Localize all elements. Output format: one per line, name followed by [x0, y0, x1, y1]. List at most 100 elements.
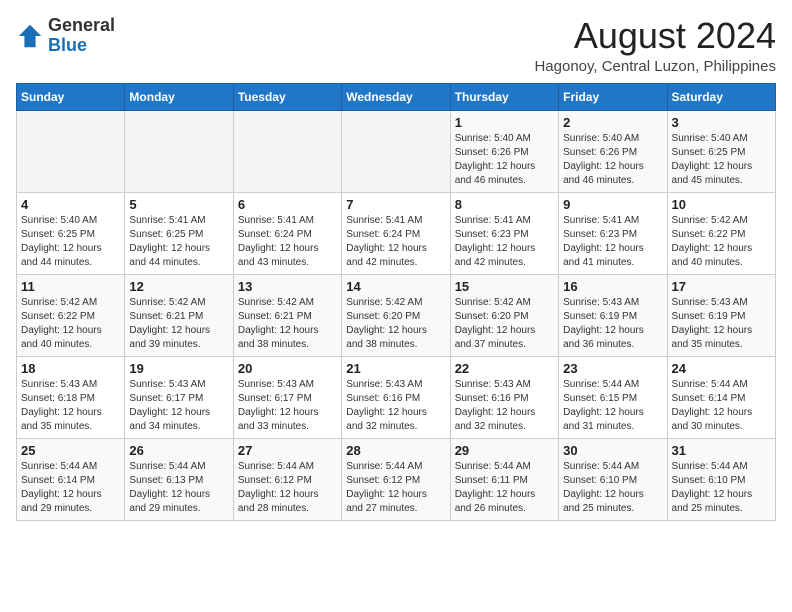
- day-number: 7: [346, 197, 445, 212]
- calendar-cell: 5 Sunrise: 5:41 AM Sunset: 6:25 PM Daylig…: [125, 192, 233, 274]
- day-number: 31: [672, 443, 771, 458]
- day-number: 24: [672, 361, 771, 376]
- calendar-cell: 27 Sunrise: 5:44 AM Sunset: 6:12 PM Dayli…: [233, 438, 341, 520]
- day-number: 27: [238, 443, 337, 458]
- day-info: Sunrise: 5:42 AM Sunset: 6:21 PM Dayligh…: [129, 296, 228, 352]
- day-number: 30: [563, 443, 662, 458]
- calendar-cell: 18 Sunrise: 5:43 AM Sunset: 6:18 PM Dayli…: [17, 356, 125, 438]
- calendar-cell: [233, 110, 341, 192]
- day-number: 22: [455, 361, 554, 376]
- day-info: Sunrise: 5:43 AM Sunset: 6:17 PM Dayligh…: [129, 378, 228, 434]
- calendar-cell: 14 Sunrise: 5:42 AM Sunset: 6:20 PM Dayli…: [342, 274, 450, 356]
- calendar-cell: 26Sunrise: 5:44 AM Sunset: 6:13 PM Dayli…: [125, 438, 233, 520]
- day-info: Sunrise: 5:44 AM Sunset: 6:12 PM Dayligh…: [238, 460, 337, 516]
- calendar-week-row: 18 Sunrise: 5:43 AM Sunset: 6:18 PM Dayli…: [17, 356, 776, 438]
- day-info: Sunrise: 5:42 AM Sunset: 6:21 PM Dayligh…: [238, 296, 337, 352]
- calendar-cell: 8 Sunrise: 5:41 AM Sunset: 6:23 PM Daylig…: [450, 192, 558, 274]
- day-info: Sunrise: 5:44 AM Sunset: 6:12 PM Dayligh…: [346, 460, 445, 516]
- calendar-cell: 16Sunrise: 5:43 AM Sunset: 6:19 PM Dayli…: [559, 274, 667, 356]
- day-number: 6: [238, 197, 337, 212]
- day-number: 13: [238, 279, 337, 294]
- calendar-cell: 2Sunrise: 5:40 AM Sunset: 6:26 PM Daylig…: [559, 110, 667, 192]
- calendar-cell: 31Sunrise: 5:44 AM Sunset: 6:10 PM Dayli…: [667, 438, 775, 520]
- calendar-cell: [17, 110, 125, 192]
- day-number: 28: [346, 443, 445, 458]
- calendar-header-row: SundayMondayTuesdayWednesdayThursdayFrid…: [17, 83, 776, 110]
- day-info: Sunrise: 5:41 AM Sunset: 6:24 PM Dayligh…: [346, 214, 445, 270]
- calendar-cell: 7 Sunrise: 5:41 AM Sunset: 6:24 PM Daylig…: [342, 192, 450, 274]
- day-info: Sunrise: 5:43 AM Sunset: 6:18 PM Dayligh…: [21, 378, 120, 434]
- day-of-week-header: Monday: [125, 83, 233, 110]
- calendar-week-row: 25 Sunrise: 5:44 AM Sunset: 6:14 PM Dayli…: [17, 438, 776, 520]
- day-number: 5: [129, 197, 228, 212]
- calendar-cell: 24Sunrise: 5:44 AM Sunset: 6:14 PM Dayli…: [667, 356, 775, 438]
- day-number: 18: [21, 361, 120, 376]
- calendar-cell: 6 Sunrise: 5:41 AM Sunset: 6:24 PM Daylig…: [233, 192, 341, 274]
- day-number: 8: [455, 197, 554, 212]
- logo-icon: [16, 22, 44, 50]
- day-info: Sunrise: 5:41 AM Sunset: 6:25 PM Dayligh…: [129, 214, 228, 270]
- day-number: 23: [563, 361, 662, 376]
- day-of-week-header: Thursday: [450, 83, 558, 110]
- day-number: 29: [455, 443, 554, 458]
- day-number: 19: [129, 361, 228, 376]
- day-info: Sunrise: 5:41 AM Sunset: 6:23 PM Dayligh…: [455, 214, 554, 270]
- day-number: 25: [21, 443, 120, 458]
- day-info: Sunrise: 5:43 AM Sunset: 6:16 PM Dayligh…: [455, 378, 554, 434]
- calendar-cell: 12 Sunrise: 5:42 AM Sunset: 6:21 PM Dayli…: [125, 274, 233, 356]
- calendar-cell: 11 Sunrise: 5:42 AM Sunset: 6:22 PM Dayli…: [17, 274, 125, 356]
- day-number: 10: [672, 197, 771, 212]
- day-number: 20: [238, 361, 337, 376]
- day-info: Sunrise: 5:40 AM Sunset: 6:25 PM Dayligh…: [21, 214, 120, 270]
- day-info: Sunrise: 5:43 AM Sunset: 6:19 PM Dayligh…: [672, 296, 771, 352]
- day-number: 21: [346, 361, 445, 376]
- calendar-cell: 10 Sunrise: 5:42 AM Sunset: 6:22 PM Dayli…: [667, 192, 775, 274]
- day-number: 14: [346, 279, 445, 294]
- day-info: Sunrise: 5:42 AM Sunset: 6:20 PM Dayligh…: [346, 296, 445, 352]
- day-info: Sunrise: 5:43 AM Sunset: 6:17 PM Dayligh…: [238, 378, 337, 434]
- calendar-cell: 20 Sunrise: 5:43 AM Sunset: 6:17 PM Dayli…: [233, 356, 341, 438]
- day-info: Sunrise: 5:41 AM Sunset: 6:24 PM Dayligh…: [238, 214, 337, 270]
- calendar-cell: 21Sunrise: 5:43 AM Sunset: 6:16 PM Dayli…: [342, 356, 450, 438]
- calendar-table: SundayMondayTuesdayWednesdayThursdayFrid…: [16, 83, 776, 521]
- day-number: 12: [129, 279, 228, 294]
- calendar-cell: [125, 110, 233, 192]
- day-of-week-header: Friday: [559, 83, 667, 110]
- calendar-cell: [342, 110, 450, 192]
- day-number: 9: [563, 197, 662, 212]
- day-info: Sunrise: 5:41 AM Sunset: 6:23 PM Dayligh…: [563, 214, 662, 270]
- calendar-cell: 17 Sunrise: 5:43 AM Sunset: 6:19 PM Dayli…: [667, 274, 775, 356]
- day-info: Sunrise: 5:40 AM Sunset: 6:25 PM Dayligh…: [672, 132, 771, 188]
- day-info: Sunrise: 5:42 AM Sunset: 6:22 PM Dayligh…: [672, 214, 771, 270]
- calendar-week-row: 4 Sunrise: 5:40 AM Sunset: 6:25 PM Daylig…: [17, 192, 776, 274]
- calendar-week-row: 1 Sunrise: 5:40 AM Sunset: 6:26 PM Daylig…: [17, 110, 776, 192]
- day-of-week-header: Saturday: [667, 83, 775, 110]
- day-number: 17: [672, 279, 771, 294]
- main-title: August 2024: [534, 16, 776, 56]
- subtitle: Hagonoy, Central Luzon, Philippines: [534, 58, 776, 75]
- calendar-cell: 29 Sunrise: 5:44 AM Sunset: 6:11 PM Dayli…: [450, 438, 558, 520]
- day-info: Sunrise: 5:42 AM Sunset: 6:20 PM Dayligh…: [455, 296, 554, 352]
- calendar-cell: 22 Sunrise: 5:43 AM Sunset: 6:16 PM Dayli…: [450, 356, 558, 438]
- calendar-cell: 13 Sunrise: 5:42 AM Sunset: 6:21 PM Dayli…: [233, 274, 341, 356]
- logo: General Blue: [16, 16, 115, 56]
- day-number: 3: [672, 115, 771, 130]
- day-of-week-header: Wednesday: [342, 83, 450, 110]
- title-block: August 2024 Hagonoy, Central Luzon, Phil…: [534, 16, 776, 75]
- calendar-cell: 15Sunrise: 5:42 AM Sunset: 6:20 PM Dayli…: [450, 274, 558, 356]
- day-number: 11: [21, 279, 120, 294]
- calendar-cell: 4 Sunrise: 5:40 AM Sunset: 6:25 PM Daylig…: [17, 192, 125, 274]
- calendar-cell: 30Sunrise: 5:44 AM Sunset: 6:10 PM Dayli…: [559, 438, 667, 520]
- day-info: Sunrise: 5:44 AM Sunset: 6:13 PM Dayligh…: [129, 460, 228, 516]
- day-info: Sunrise: 5:40 AM Sunset: 6:26 PM Dayligh…: [455, 132, 554, 188]
- calendar-cell: 19 Sunrise: 5:43 AM Sunset: 6:17 PM Dayli…: [125, 356, 233, 438]
- day-info: Sunrise: 5:44 AM Sunset: 6:15 PM Dayligh…: [563, 378, 662, 434]
- day-info: Sunrise: 5:44 AM Sunset: 6:14 PM Dayligh…: [21, 460, 120, 516]
- day-number: 16: [563, 279, 662, 294]
- day-number: 4: [21, 197, 120, 212]
- logo-text: General Blue: [48, 16, 115, 56]
- day-of-week-header: Tuesday: [233, 83, 341, 110]
- day-info: Sunrise: 5:42 AM Sunset: 6:22 PM Dayligh…: [21, 296, 120, 352]
- day-info: Sunrise: 5:44 AM Sunset: 6:11 PM Dayligh…: [455, 460, 554, 516]
- day-number: 1: [455, 115, 554, 130]
